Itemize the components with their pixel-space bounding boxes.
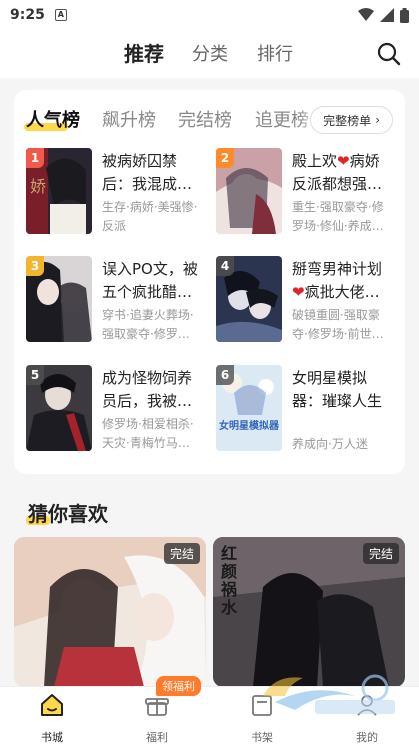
welfare-badge[interactable]: 领福利 bbox=[156, 676, 201, 696]
rank-number: 2 bbox=[216, 148, 234, 168]
ranking-card: 人气榜 飙升榜 完结榜 追更榜 完整榜单 › 娇 1 被病娇囚禁后：我混成… 生… bbox=[14, 90, 405, 474]
chevron-right-icon: › bbox=[375, 113, 380, 127]
book-title-part: 疯批大佬… bbox=[304, 283, 380, 301]
heart-icon: ❤ bbox=[337, 152, 350, 170]
rank-book-3[interactable]: 3 误入PO文，被五个疯批醋… 穿书·追妻火葬场·强取豪夺·修罗… bbox=[26, 256, 206, 352]
book-cover: 5 bbox=[26, 365, 92, 451]
book-title: 掰弯男神计划 ❤疯批大佬… bbox=[292, 258, 388, 304]
nav-bookstore[interactable]: 书城 bbox=[22, 691, 82, 745]
book-tags: 修罗场·相爱相杀·天灾·青梅竹马… bbox=[102, 417, 194, 450]
book-title: 被病娇囚禁后：我混成… bbox=[102, 152, 193, 193]
notification-icon: A bbox=[54, 9, 67, 21]
rank-number: 4 bbox=[216, 256, 234, 276]
rank-book-5[interactable]: 5 成为怪物饲养员后，我被… 修罗场·相爱相杀·天灾·青梅竹马… bbox=[26, 365, 206, 461]
search-icon[interactable] bbox=[377, 42, 401, 66]
cover-title-text: 红颜祸水 bbox=[221, 544, 238, 617]
book-cover: 娇 1 bbox=[26, 148, 92, 234]
heart-icon: ❤ bbox=[292, 283, 305, 301]
ranking-tabs: 人气榜 飙升榜 完结榜 追更榜 完整榜单 › bbox=[14, 90, 405, 142]
rank-book-4[interactable]: 4 掰弯男神计划 ❤疯批大佬… 破镜重圆·强取豪夺·修罗场·前世… bbox=[216, 256, 396, 352]
rank-number: 5 bbox=[26, 365, 44, 385]
nav-label: 书城 bbox=[41, 731, 63, 744]
cover-title-text: 女明星模拟器 bbox=[219, 421, 279, 432]
watermark-logo bbox=[263, 674, 395, 714]
book-title-part: 掰弯男神计划 bbox=[292, 260, 383, 278]
finished-badge: 完结 bbox=[163, 543, 200, 564]
nav-label: 福利 bbox=[146, 731, 168, 744]
tab-ranking[interactable]: 排行 bbox=[257, 40, 293, 66]
signal-icon bbox=[380, 8, 394, 22]
rank-tab-finished[interactable]: 完结榜 bbox=[178, 106, 232, 132]
battery-icon bbox=[400, 7, 409, 23]
book-title: 殿上欢❤病娇反派都想强… bbox=[292, 150, 388, 196]
guess-card-2[interactable]: 红颜祸水 完结 bbox=[213, 537, 405, 687]
section-title-guess: 猜你喜欢 bbox=[26, 498, 108, 527]
book-title: 女明星模拟器：璀璨人生 bbox=[292, 369, 383, 410]
rank-tab-popular[interactable]: 人气榜 bbox=[24, 106, 80, 132]
book-tags: 破镜重圆·强取豪夺·修罗场·前世… bbox=[292, 308, 384, 341]
nav-label: 书架 bbox=[251, 731, 273, 744]
rank-book-1[interactable]: 娇 1 被病娇囚禁后：我混成… 生存·病娇·美强惨·反派 bbox=[26, 148, 206, 244]
book-title: 成为怪物饲养员后，我被… bbox=[102, 369, 193, 410]
full-list-label: 完整榜单 bbox=[323, 113, 372, 128]
nav-label: 我的 bbox=[356, 731, 378, 744]
book-cover: 2 bbox=[216, 148, 282, 234]
book-cover: 3 bbox=[26, 256, 92, 342]
svg-text:娇: 娇 bbox=[30, 177, 46, 196]
book-cover: 女明星模拟器 6 bbox=[216, 365, 282, 451]
finished-badge: 完结 bbox=[362, 543, 399, 564]
book-tags: 穿书·追妻火葬场·强取豪夺·修罗… bbox=[102, 308, 194, 341]
nav-welfare[interactable]: 福利 bbox=[127, 691, 187, 745]
book-tags: 重生·强取豪夺·修罗场·修仙·养成… bbox=[292, 200, 384, 233]
full-list-button[interactable]: 完整榜单 › bbox=[310, 106, 393, 134]
book-tags: 生存·病娇·美强惨·反派 bbox=[102, 200, 198, 233]
book-title: 误入PO文，被五个疯批醋… bbox=[102, 260, 198, 301]
tab-category[interactable]: 分类 bbox=[192, 40, 228, 66]
rank-number: 1 bbox=[26, 148, 44, 168]
tab-recommend[interactable]: 推荐 bbox=[124, 38, 164, 67]
rank-number: 3 bbox=[26, 256, 44, 276]
rank-book-2[interactable]: 2 殿上欢❤病娇反派都想强… 重生·强取豪夺·修罗场·修仙·养成… bbox=[216, 148, 396, 244]
guess-card-1[interactable]: 完结 bbox=[14, 537, 206, 687]
home-icon bbox=[41, 694, 63, 716]
rank-book-6[interactable]: 女明星模拟器 6 女明星模拟器：璀璨人生 养成向·万人迷 bbox=[216, 365, 396, 461]
book-title-part: 殿上欢 bbox=[292, 152, 338, 170]
book-cover: 4 bbox=[216, 256, 282, 342]
book-tags: 养成向·万人迷 bbox=[292, 437, 368, 451]
wifi-icon bbox=[358, 8, 374, 21]
rank-tab-rising[interactable]: 飙升榜 bbox=[102, 106, 156, 132]
rank-number: 6 bbox=[216, 365, 234, 385]
top-nav: 推荐 分类 排行 bbox=[0, 30, 419, 78]
status-time: 9:25 bbox=[10, 7, 45, 23]
status-bar: 9:25 A bbox=[0, 0, 419, 30]
